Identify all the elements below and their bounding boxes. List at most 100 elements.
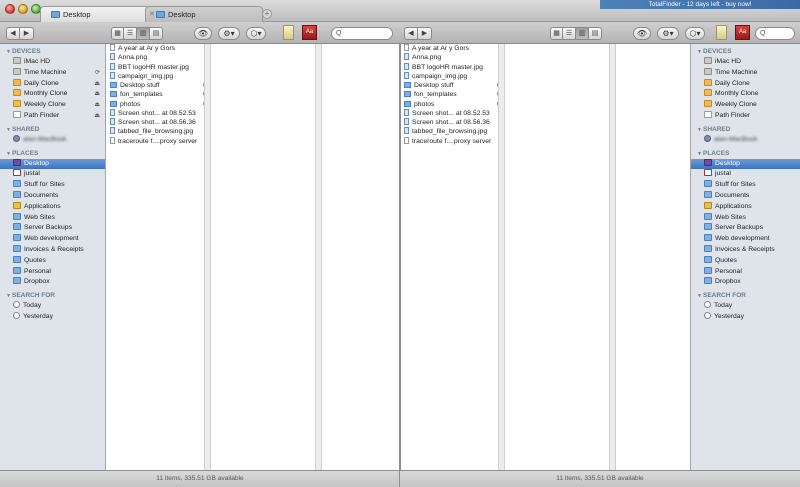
file-row[interactable]: Desktop stuff▶ xyxy=(401,81,504,90)
dictionary-icon[interactable]: Aa xyxy=(735,25,750,40)
file-row[interactable]: photos▶ xyxy=(107,100,210,109)
file-row[interactable]: fon_templates▶ xyxy=(401,90,504,99)
icon-view-button[interactable]: ▦ xyxy=(550,27,563,40)
sidebar-item-path-finder[interactable]: Path Finder xyxy=(691,110,800,122)
sidebar-item-time-machine[interactable]: Time Machine ⟳ xyxy=(0,67,105,79)
forward-button[interactable]: ▶ xyxy=(20,27,34,40)
sidebar-item-daily-clone[interactable]: Daily Clone xyxy=(691,78,800,90)
eject-icon[interactable]: ⏏ xyxy=(94,79,100,90)
column-resize-handle[interactable] xyxy=(609,44,615,470)
file-row[interactable]: Desktop stuff▶ xyxy=(107,81,210,90)
file-row[interactable]: BBT logoHR master.jpg xyxy=(401,62,504,72)
search-input-right[interactable]: Q xyxy=(755,27,795,40)
file-row[interactable]: Screen shot... at 08.52.53 xyxy=(401,108,504,118)
sidebar-item-documents[interactable]: Documents xyxy=(691,190,800,202)
sidebar-item-web-sites[interactable]: Web Sites xyxy=(691,212,800,224)
new-tab-button[interactable]: + xyxy=(262,9,272,19)
file-row[interactable]: traceroute f....proxy server xyxy=(401,136,504,146)
coverflow-view-button[interactable]: ▤ xyxy=(589,27,602,40)
file-row[interactable]: A year at Ar y Gors xyxy=(107,44,210,53)
sidebar-item-yesterday[interactable]: Yesterday xyxy=(691,311,800,323)
search-for-heading[interactable]: ▼SEARCH FOR xyxy=(691,291,800,301)
file-row[interactable]: tabbed_file_browsing.jpg xyxy=(401,127,504,136)
tab-desktop-2[interactable]: ✕ Desktop xyxy=(145,6,263,22)
sidebar-item-justal[interactable]: justal xyxy=(0,169,105,180)
sidebar-item-dropbox[interactable]: Dropbox xyxy=(691,277,800,288)
document-icon[interactable] xyxy=(283,25,294,40)
file-row[interactable]: tabbed_file_browsing.jpg xyxy=(107,127,210,136)
sidebar-item-applications[interactable]: Applications xyxy=(691,201,800,213)
back-button[interactable]: ◀ xyxy=(6,27,20,40)
column-resize-handle[interactable] xyxy=(315,44,321,470)
close-window-button[interactable] xyxy=(5,4,15,14)
action-menu-button[interactable]: ⚙▾ xyxy=(218,27,240,40)
column-view-button[interactable]: ▥ xyxy=(576,27,589,40)
eject-icon[interactable]: ⏏ xyxy=(94,100,100,111)
sidebar-item-quotes[interactable]: Quotes xyxy=(0,255,105,267)
file-row[interactable]: campaign_img.jpg xyxy=(401,71,504,81)
file-row[interactable]: traceroute f....proxy server xyxy=(107,136,210,146)
sidebar-item-weekly-clone[interactable]: Weekly Clone ⏏ xyxy=(0,100,105,111)
sidebar-item-server-backups[interactable]: Server Backups xyxy=(0,223,105,234)
file-row[interactable]: Anna.png xyxy=(401,53,504,62)
devices-heading[interactable]: ▼DEVICES xyxy=(691,47,800,57)
sidebar-item-justal[interactable]: justal xyxy=(691,169,800,180)
sidebar-item-time-machine[interactable]: Time Machine xyxy=(691,67,800,79)
column-resize-handle[interactable] xyxy=(204,44,210,470)
sidebar-item-desktop[interactable]: Desktop xyxy=(691,158,800,170)
minimize-window-button[interactable] xyxy=(18,4,28,14)
file-row[interactable]: Screen shot... at 08.56.36 xyxy=(401,118,504,127)
sidebar-item-web-sites[interactable]: Web Sites xyxy=(0,212,105,224)
sidebar-item-personal[interactable]: Personal xyxy=(0,266,105,278)
sidebar-item-imac-hd[interactable]: iMac HD xyxy=(691,57,800,68)
column-resize-handle[interactable] xyxy=(498,44,504,470)
places-heading[interactable]: ▼PLACES xyxy=(0,149,105,159)
eject-icon[interactable]: ⏏ xyxy=(94,89,100,100)
file-row[interactable]: photos▶ xyxy=(401,100,504,109)
dropbox-menu-button[interactable]: ⬡▾ xyxy=(685,27,705,40)
sidebar-item-imac-hd[interactable]: iMac HD xyxy=(0,57,105,68)
document-icon[interactable] xyxy=(716,25,727,40)
sidebar-item-invoices[interactable]: Invoices & Receipts xyxy=(691,244,800,256)
eject-icon[interactable]: ⏏ xyxy=(94,111,100,122)
file-row[interactable]: Anna.png xyxy=(107,53,210,62)
sidebar-item-daily-clone[interactable]: Daily Clone ⏏ xyxy=(0,78,105,90)
sidebar-item-applications[interactable]: Applications xyxy=(0,201,105,213)
sidebar-item-shared-computer[interactable]: alan-MacBook xyxy=(691,134,800,146)
sidebar-item-today[interactable]: Today xyxy=(691,301,800,312)
coverflow-view-button[interactable]: ▤ xyxy=(150,27,163,40)
sidebar-item-server-backups[interactable]: Server Backups xyxy=(691,223,800,234)
list-view-button[interactable]: ☰ xyxy=(124,27,137,40)
sidebar-item-today[interactable]: Today xyxy=(0,301,105,312)
sidebar-item-desktop[interactable]: Desktop xyxy=(0,158,105,170)
icon-view-button[interactable]: ▦ xyxy=(111,27,124,40)
promo-banner[interactable]: TotalFinder - 12 days left - buy now! xyxy=(600,0,800,9)
file-row[interactable]: BBT logoHR master.jpg xyxy=(107,62,210,72)
file-row[interactable]: campaign_img.jpg xyxy=(107,71,210,81)
search-input-left[interactable]: Q xyxy=(331,27,393,40)
file-row[interactable]: fon_templates▶ xyxy=(107,90,210,99)
column-view-button[interactable]: ▥ xyxy=(137,27,150,40)
file-row[interactable]: Screen shot... at 08.56.36 xyxy=(107,118,210,127)
back-button[interactable]: ◀ xyxy=(404,27,418,40)
sidebar-item-dropbox[interactable]: Dropbox xyxy=(0,277,105,288)
sidebar-item-stuff-for-sites[interactable]: Stuff for Sites xyxy=(0,180,105,191)
quicklook-button[interactable]: 👁 xyxy=(633,27,651,40)
quicklook-button[interactable]: 👁 xyxy=(194,27,212,40)
sidebar-item-quotes[interactable]: Quotes xyxy=(691,255,800,267)
file-row[interactable]: Screen shot... at 08.52.53 xyxy=(107,108,210,118)
sidebar-item-web-development[interactable]: Web development xyxy=(691,234,800,245)
sidebar-item-invoices[interactable]: Invoices & Receipts xyxy=(0,244,105,256)
shared-heading[interactable]: ▼SHARED xyxy=(691,125,800,135)
sidebar-item-personal[interactable]: Personal xyxy=(691,266,800,278)
sidebar-item-monthly-clone[interactable]: Monthly Clone xyxy=(691,89,800,100)
file-row[interactable]: A year at Ar y Gors xyxy=(401,44,504,53)
sidebar-item-yesterday[interactable]: Yesterday xyxy=(0,311,105,323)
places-heading[interactable]: ▼PLACES xyxy=(691,149,800,159)
sidebar-item-web-development[interactable]: Web development xyxy=(0,234,105,245)
sidebar-item-weekly-clone[interactable]: Weekly Clone xyxy=(691,100,800,111)
sidebar-item-documents[interactable]: Documents xyxy=(0,190,105,202)
action-menu-button[interactable]: ⚙▾ xyxy=(657,27,679,40)
dropbox-menu-button[interactable]: ⬡▾ xyxy=(246,27,266,40)
tab-desktop-1[interactable]: Desktop xyxy=(40,6,150,22)
